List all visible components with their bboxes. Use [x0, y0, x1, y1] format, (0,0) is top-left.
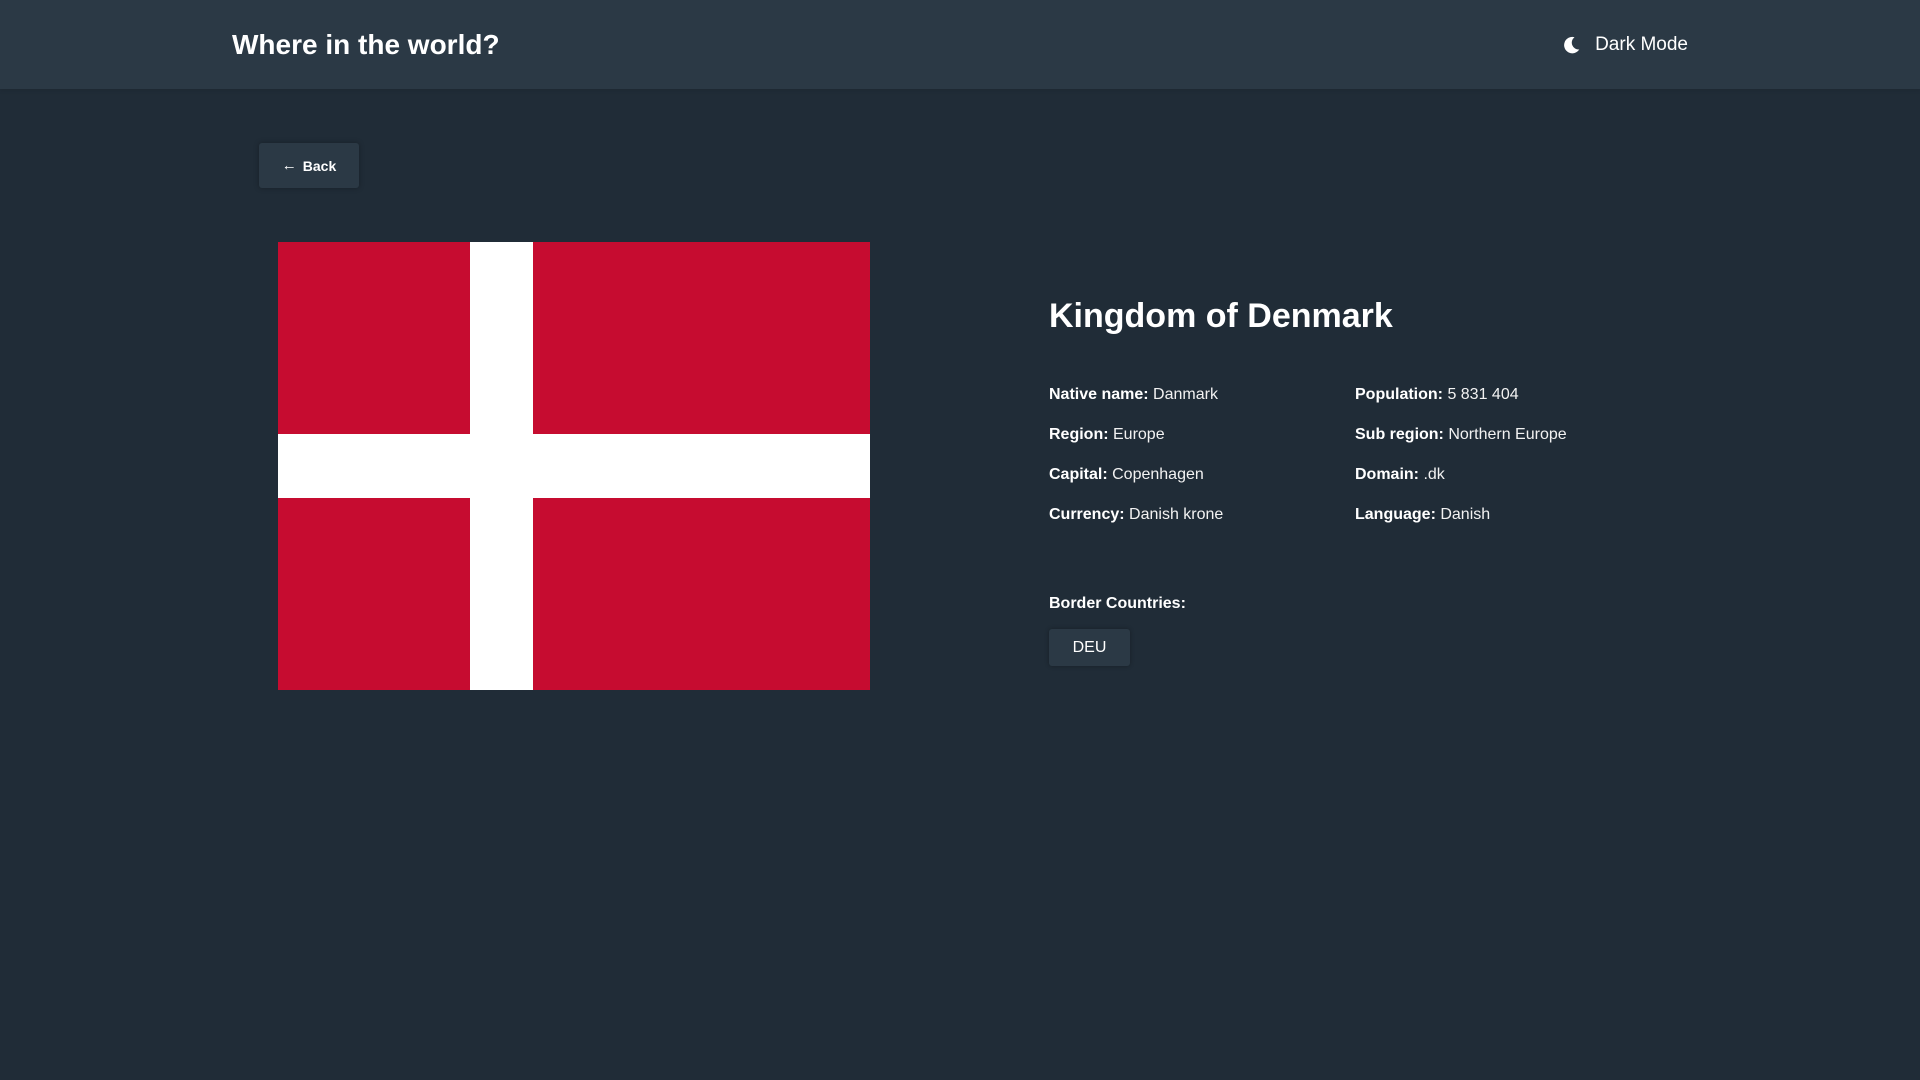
dark-mode-label: Dark Mode — [1595, 34, 1688, 55]
dark-mode-toggle[interactable]: Dark Mode — [1561, 29, 1688, 61]
moon-icon — [1564, 36, 1580, 54]
detail-label: Population: — [1355, 386, 1443, 403]
flag-cross-horizontal — [278, 434, 870, 498]
detail-label: Domain: — [1355, 466, 1419, 483]
detail-language: Language: Danish — [1355, 505, 1567, 545]
detail-value: Danish krone — [1129, 506, 1224, 523]
detail-capital: Capital: Copenhagen — [1049, 465, 1223, 505]
detail-value: Danish — [1440, 506, 1491, 523]
border-country-button[interactable]: DEU — [1049, 629, 1130, 666]
details-column-left: Native name: Danmark Region: Europe Capi… — [1049, 385, 1223, 545]
detail-value: .dk — [1423, 466, 1445, 483]
back-button-label: Back — [302, 157, 337, 174]
top-header: Where in the world? Dark Mode — [0, 0, 1920, 89]
country-name: Kingdom of Denmark — [1049, 297, 1393, 335]
border-countries-list: DEU — [1049, 629, 1186, 666]
detail-label: Region: — [1049, 426, 1109, 443]
detail-label: Native name: — [1049, 386, 1149, 403]
border-countries-section: Border Countries: DEU — [1049, 594, 1186, 666]
detail-value: 5 831 404 — [1447, 386, 1519, 403]
detail-label: Capital: — [1049, 466, 1108, 483]
border-countries-label: Border Countries: — [1049, 595, 1186, 612]
detail-domain: Domain: .dk — [1355, 465, 1567, 505]
detail-currency: Currency: Danish krone — [1049, 505, 1223, 545]
back-button[interactable]: ← Back — [259, 143, 359, 188]
detail-value: Europe — [1113, 426, 1165, 443]
detail-sub-region: Sub region: Northern Europe — [1355, 425, 1567, 465]
detail-region: Region: Europe — [1049, 425, 1223, 465]
detail-label: Currency: — [1049, 506, 1125, 523]
detail-value: Northern Europe — [1448, 426, 1567, 443]
detail-label: Sub region: — [1355, 426, 1444, 443]
detail-population: Population: 5 831 404 — [1355, 385, 1567, 425]
detail-native-name: Native name: Danmark — [1049, 385, 1223, 425]
app-title: Where in the world? — [232, 29, 500, 60]
detail-value: Danmark — [1153, 386, 1218, 403]
details-column-right: Population: 5 831 404 Sub region: Northe… — [1355, 385, 1567, 545]
detail-value: Copenhagen — [1112, 466, 1204, 483]
arrow-left-icon: ← — [281, 157, 297, 174]
detail-label: Language: — [1355, 506, 1436, 523]
country-flag — [278, 242, 870, 690]
